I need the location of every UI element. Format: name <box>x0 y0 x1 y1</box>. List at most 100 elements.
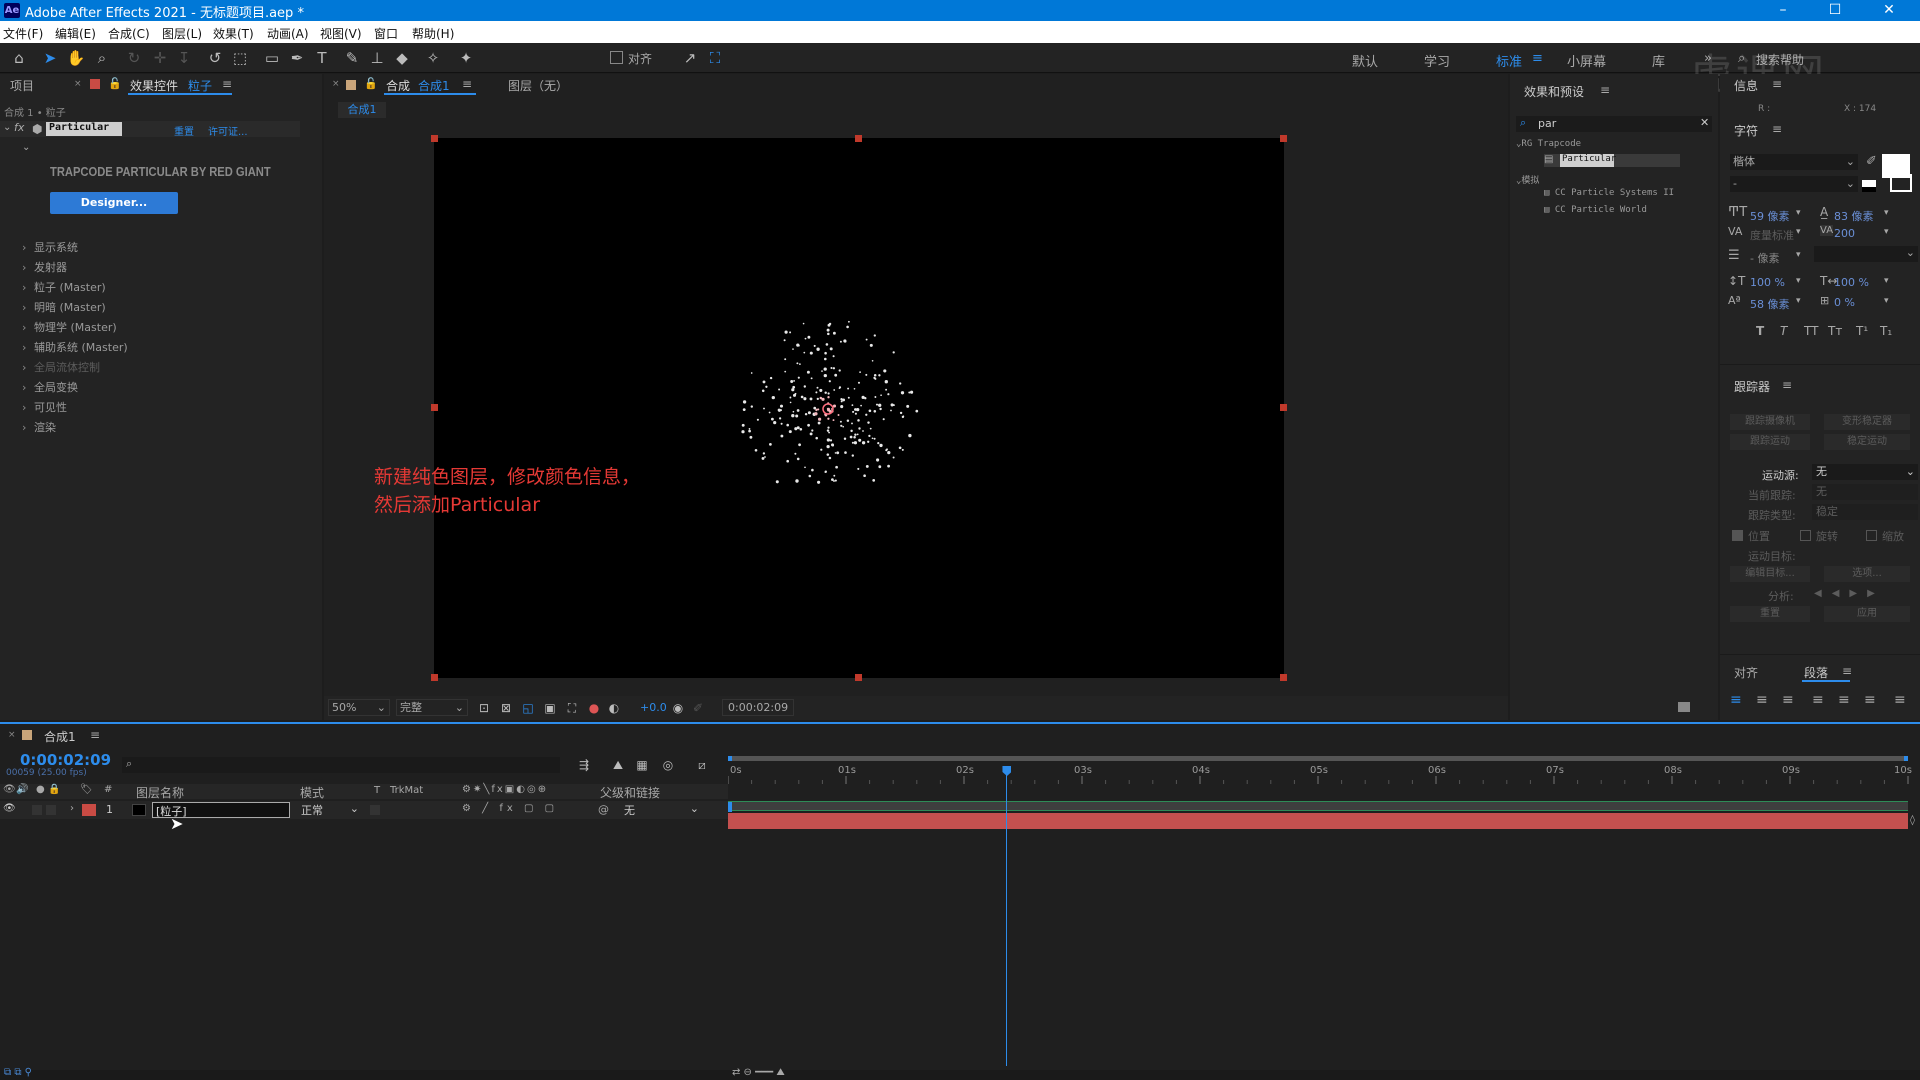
menu-effect[interactable]: 效果(T) <box>213 25 254 42</box>
viewer-timecode[interactable]: 0:00:02:09 <box>722 699 794 716</box>
selection-tool-icon[interactable]: ➤ <box>40 48 60 68</box>
expand-arrow-icon[interactable]: ⌄ <box>22 142 30 153</box>
panel-menu-icon[interactable]: ≡ <box>1782 378 1792 392</box>
layer-mode-select[interactable]: 正常 ⌄ <box>298 802 362 818</box>
snapshot-icon[interactable]: ◉ <box>668 698 688 718</box>
designer-button[interactable]: Designer... <box>50 192 178 214</box>
zoom-slider-icon[interactable]: ⇄ ⊖ ━━━ ⛰ <box>732 1067 785 1078</box>
stroke-color-swatch[interactable] <box>1890 174 1912 192</box>
kerning-value[interactable]: 度量标准 <box>1750 227 1794 243</box>
track-camera-button[interactable]: 跟踪摄像机 <box>1730 414 1810 430</box>
justify-right-icon[interactable]: ≡ <box>1864 692 1876 708</box>
work-area-bar[interactable] <box>728 756 1908 761</box>
panel-menu-icon[interactable]: ≡ <box>1600 83 1610 97</box>
stroke-width-value[interactable]: - 像素 <box>1750 250 1779 266</box>
align-left-icon[interactable]: ≡ <box>1730 692 1742 708</box>
analyze-controls-icon[interactable]: ◀◀▶▶ <box>1814 588 1885 599</box>
workspace-standard[interactable]: 标准 <box>1496 51 1522 70</box>
chevron-down-icon[interactable]: ▾ <box>1884 208 1889 218</box>
character-title[interactable]: 字符 <box>1734 122 1758 139</box>
panel-menu-icon[interactable]: ≡ <box>462 77 472 91</box>
layer-out-point-icon[interactable]: ◊ <box>1910 815 1915 826</box>
transform-handle-bc[interactable] <box>855 674 862 681</box>
clone-stamp-icon[interactable]: ⊥ <box>367 48 387 68</box>
motion-source-select[interactable]: 无 ⌄ <box>1812 464 1918 480</box>
timeline-search-field[interactable]: ⌕ <box>122 757 560 773</box>
position-checkbox[interactable] <box>1732 530 1743 541</box>
exposure-value[interactable]: +0.0 <box>640 701 667 714</box>
eraser-tool-icon[interactable]: ◆ <box>392 48 412 68</box>
options-button[interactable]: 选项... <box>1824 566 1910 582</box>
workspace-small-screen[interactable]: 小屏幕 <box>1567 51 1606 70</box>
lock-switch[interactable] <box>46 805 56 815</box>
effects-presets-title[interactable]: 效果和预设 <box>1524 83 1584 100</box>
tracker-title[interactable]: 跟踪器 <box>1734 378 1770 395</box>
tab-effect-controls[interactable]: 效果控件 <box>130 77 178 94</box>
faux-bold-button[interactable]: T <box>1756 324 1764 338</box>
tab-paragraph[interactable]: 段落 <box>1804 664 1828 681</box>
panel-menu-icon[interactable]: ≡ <box>222 77 232 91</box>
tab-composition-name[interactable]: 合成1 <box>418 77 450 94</box>
snap-grid-icon[interactable]: ⛶ <box>705 48 725 68</box>
horizontal-scale-value[interactable]: 100 % <box>1834 276 1869 289</box>
pen-tool-icon[interactable]: ✒ <box>287 48 307 68</box>
lock-icon[interactable]: 🔓 <box>108 77 122 90</box>
3d-view-icon[interactable]: ⛶ <box>562 698 582 718</box>
group-rendering[interactable]: › 渲染 <box>22 419 56 435</box>
menu-view[interactable]: 视图(V) <box>320 25 362 42</box>
rotate-tool-icon[interactable]: ↺ <box>205 48 225 68</box>
font-style-select[interactable]: - ⌄ <box>1730 176 1858 192</box>
leading-value[interactable]: 83 像素 <box>1834 208 1874 224</box>
small-caps-button[interactable]: Tт <box>1828 324 1842 338</box>
license-link[interactable]: 许可证... <box>208 123 248 138</box>
preserve-transparency-switch[interactable] <box>370 805 380 815</box>
scale-checkbox[interactable] <box>1866 530 1877 541</box>
tracker-apply-button[interactable]: 应用 <box>1824 606 1910 622</box>
menu-window[interactable]: 窗口 <box>374 25 398 42</box>
group-display-system[interactable]: › 显示系统 <box>22 239 78 255</box>
tab-align[interactable]: 对齐 <box>1734 664 1758 681</box>
lock-icon[interactable]: 🔓 <box>364 77 378 90</box>
zoom-tool-icon[interactable]: ⌕ <box>92 48 112 68</box>
menu-composition[interactable]: 合成(C) <box>108 25 150 42</box>
edit-target-button[interactable]: 编辑目标... <box>1730 566 1810 582</box>
hand-tool-icon[interactable]: ✋ <box>66 48 86 68</box>
maximize-button[interactable]: ☐ <box>1812 0 1858 21</box>
chevron-down-icon[interactable]: ▾ <box>1796 208 1801 218</box>
timeline-timecode[interactable]: 0:00:02:09 <box>20 751 111 769</box>
menu-help[interactable]: 帮助(H) <box>412 25 454 42</box>
justify-left-icon[interactable]: ≡ <box>1812 692 1824 708</box>
reset-link[interactable]: 重置 <box>174 123 194 138</box>
vertical-scale-value[interactable]: 100 % <box>1750 276 1785 289</box>
transform-handle-mr[interactable] <box>1280 404 1287 411</box>
dolly-camera-icon[interactable]: ↧ <box>174 48 194 68</box>
draft-3d-icon[interactable]: ⛰ <box>608 755 628 775</box>
transform-handle-tc[interactable] <box>855 135 862 142</box>
work-area-end-handle[interactable] <box>1904 756 1908 761</box>
font-family-select[interactable]: 楷体 ⌄ <box>1730 154 1858 170</box>
comp-mini-flowchart-icon[interactable]: ⇶ <box>574 755 594 775</box>
align-right-icon[interactable]: ≡ <box>1782 692 1794 708</box>
pan-camera-icon[interactable]: ✛ <box>150 48 170 68</box>
chevron-down-icon[interactable]: ▾ <box>1796 296 1801 306</box>
workspace-menu-icon[interactable]: ≡ <box>1532 51 1543 66</box>
time-ruler[interactable]: 0s 01s 02s 03s 04s 05s 06s 07s 08s 09s 10s <box>728 762 1920 784</box>
chevron-down-icon[interactable]: ▾ <box>1796 250 1801 260</box>
panel-menu-icon[interactable]: ≡ <box>1772 122 1782 136</box>
effects-search-field[interactable]: ⌕ par ✕ <box>1516 116 1712 132</box>
group-global-fluid[interactable]: › 全局流体控制 <box>22 359 100 375</box>
menu-layer[interactable]: 图层(L) <box>162 25 202 42</box>
range-start-marker[interactable] <box>728 802 732 812</box>
justify-all-icon[interactable]: ≡ <box>1894 692 1906 708</box>
chevron-down-icon[interactable]: ▾ <box>1796 276 1801 286</box>
group-emitter[interactable]: › 发射器 <box>22 259 67 275</box>
close-button[interactable]: ✕ <box>1866 0 1912 21</box>
justify-center-icon[interactable]: ≡ <box>1838 692 1850 708</box>
reset-exposure-icon[interactable]: ◐ <box>604 698 624 718</box>
transform-handle-bl[interactable] <box>431 674 438 681</box>
minimize-button[interactable]: – <box>1760 0 1806 21</box>
tab-effect-controls-layer[interactable]: 粒子 <box>188 77 212 94</box>
tracker-reset-button[interactable]: 重置 <box>1730 606 1810 622</box>
stroke-style-select[interactable]: ⌄ <box>1814 246 1918 262</box>
track-motion-button[interactable]: 跟踪运动 <box>1730 434 1810 450</box>
